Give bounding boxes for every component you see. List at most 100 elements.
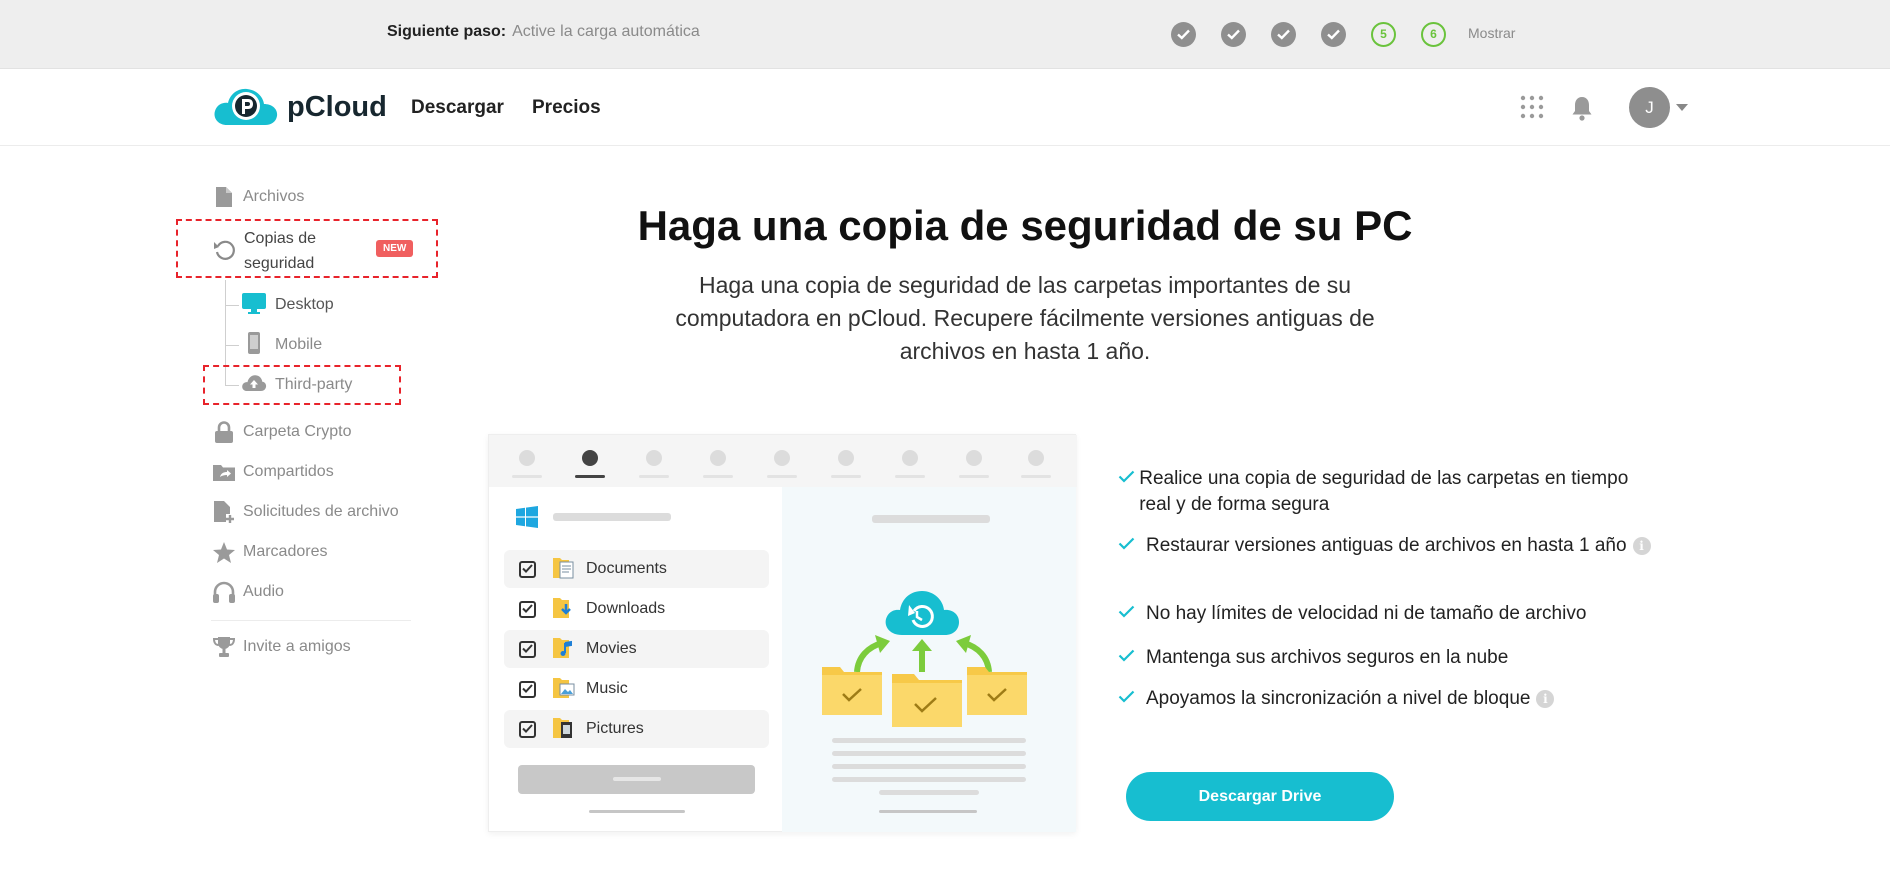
feature-text: No hay límites de velocidad ni de tamaño… xyxy=(1146,603,1587,624)
illustration-dot xyxy=(710,450,726,466)
setup-steps-banner: Siguiente paso: Active la carga automátic… xyxy=(0,0,1890,69)
step-complete-check-icon[interactable] xyxy=(1321,22,1346,47)
placeholder-bar xyxy=(832,751,1026,756)
illustration-tab-line xyxy=(1021,475,1051,478)
windows-logo-icon xyxy=(516,506,538,533)
placeholder-bar xyxy=(589,810,685,813)
music-folder-icon xyxy=(552,674,576,705)
sidebar-item-shared[interactable]: Compartidos xyxy=(211,457,334,487)
sidebar-item-label: Invite a amigos xyxy=(243,638,351,655)
sidebar-item-crypto[interactable]: Carpeta Crypto xyxy=(211,417,352,447)
pcloud-logo-icon[interactable] xyxy=(213,85,279,132)
placeholder-bar xyxy=(879,790,979,795)
file-request-icon xyxy=(211,499,237,525)
brand-name[interactable]: pCloud xyxy=(287,91,387,124)
page-subtitle: Haga una copia de seguridad de las carpe… xyxy=(675,272,1375,364)
nav-link-download[interactable]: Descargar xyxy=(411,97,504,119)
checkbox-checked xyxy=(519,720,536,738)
cloud-upload-icon xyxy=(241,372,267,399)
sidebar-item-label: Solicitudes de archivo xyxy=(243,503,399,520)
sidebar-subitem-desktop[interactable]: Desktop xyxy=(241,291,334,319)
folder-name: Pictures xyxy=(586,720,644,737)
step-complete-check-icon[interactable] xyxy=(1271,22,1296,47)
next-step-title: Siguiente paso: xyxy=(387,23,507,40)
file-icon xyxy=(211,184,237,210)
illustration-dot xyxy=(774,450,790,466)
illustration-dot xyxy=(582,450,598,466)
info-icon[interactable]: i xyxy=(1536,690,1555,708)
folder-name: Movies xyxy=(586,640,637,657)
placeholder-bar xyxy=(613,777,661,781)
page-title: Haga una copia de seguridad de su PC xyxy=(637,202,1413,249)
new-badge: NEW xyxy=(376,240,414,257)
shared-folder-icon xyxy=(211,459,237,485)
user-avatar[interactable]: J xyxy=(1629,87,1670,128)
illustration-tab-line xyxy=(959,475,989,478)
cloud-sync-graphic-icon xyxy=(812,547,1037,732)
placeholder-bar xyxy=(832,764,1026,769)
next-step-text: Active la carga automática xyxy=(512,23,700,40)
step-complete-check-icon[interactable] xyxy=(1171,22,1196,47)
sidebar-item-label: Carpeta Crypto xyxy=(243,423,352,440)
sidebar-item-label: Compartidos xyxy=(243,463,334,480)
feature-text: Mantenga sus archivos seguros en la nube xyxy=(1146,647,1509,668)
account-menu-chevron-down-icon[interactable] xyxy=(1676,104,1688,111)
check-icon xyxy=(1118,533,1146,559)
placeholder-bar xyxy=(832,777,1026,782)
folder-name: Downloads xyxy=(586,600,666,617)
illustration-dot xyxy=(966,450,982,466)
illustration-tab-line xyxy=(639,475,669,478)
download-drive-button[interactable]: Descargar Drive xyxy=(1126,772,1394,821)
movies-folder-icon xyxy=(552,634,576,665)
sidebar-subitem-third-party[interactable]: Third-party xyxy=(241,371,352,399)
illustration-tab-line xyxy=(767,475,797,478)
sidebar-item-bookmarks[interactable]: Marcadores xyxy=(211,537,327,567)
tree-line xyxy=(225,305,239,306)
step-5-indicator[interactable]: 5 xyxy=(1371,22,1396,47)
sidebar-subitem-label: Desktop xyxy=(275,296,334,313)
lock-icon xyxy=(211,419,237,445)
sidebar-item-file-requests[interactable]: Solicitudes de archivo xyxy=(211,497,399,527)
feature-item: Realice una copia de seguridad de las ca… xyxy=(1118,466,1658,518)
sidebar-item-backups[interactable]: Copias de seguridad xyxy=(244,226,354,276)
cloud-sync-pane xyxy=(782,487,1076,832)
show-steps-link[interactable]: Mostrar xyxy=(1468,25,1515,41)
feature-text: Restaurar versiones antiguas de archivos… xyxy=(1146,535,1627,556)
backup-restore-icon[interactable] xyxy=(213,238,237,267)
sidebar-item-files[interactable]: Archivos xyxy=(211,182,304,212)
check-icon xyxy=(1118,645,1146,671)
sidebar-item-audio[interactable]: Audio xyxy=(211,577,284,607)
info-icon[interactable]: i xyxy=(1632,537,1651,555)
step-complete-check-icon[interactable] xyxy=(1221,22,1246,47)
placeholder-bar xyxy=(872,515,990,523)
sidebar-item-label: Archivos xyxy=(243,188,305,205)
folder-name: Music xyxy=(586,680,628,697)
folder-name: Documents xyxy=(586,560,667,577)
sidebar-divider xyxy=(211,620,411,621)
sidebar-item-label: Audio xyxy=(243,583,284,600)
illustration-tab-line xyxy=(575,475,605,478)
illustration-tab-line xyxy=(831,475,861,478)
notifications-bell-icon[interactable] xyxy=(1571,95,1593,126)
tree-line xyxy=(225,345,239,346)
step-6-indicator[interactable]: 6 xyxy=(1421,22,1446,47)
illustration-dot xyxy=(902,450,918,466)
apps-grid-icon[interactable] xyxy=(1520,95,1544,124)
sidebar-subitem-mobile[interactable]: Mobile xyxy=(241,331,322,359)
documents-folder-icon xyxy=(552,554,576,585)
sidebar-item-invite-friends[interactable]: Invite a amigos xyxy=(211,632,351,662)
sidebar-item-label: Marcadores xyxy=(243,543,328,560)
illustration-tab-strip xyxy=(489,435,1077,487)
placeholder-bar xyxy=(879,810,977,813)
check-icon xyxy=(1118,466,1139,518)
sidebar-subitem-label: Mobile xyxy=(275,336,323,353)
illustration-dot xyxy=(838,450,854,466)
trophy-icon xyxy=(211,634,237,660)
feature-item: Restaurar versiones antiguas de archivos… xyxy=(1118,533,1658,559)
folder-row-downloads: Downloads xyxy=(504,590,769,628)
nav-link-pricing[interactable]: Precios xyxy=(532,97,601,119)
placeholder-bar xyxy=(553,513,671,521)
feature-text: Apoyamos la sincronización a nivel de bl… xyxy=(1146,688,1531,709)
illustration-tab-line xyxy=(703,475,733,478)
downloads-folder-icon xyxy=(552,594,576,625)
